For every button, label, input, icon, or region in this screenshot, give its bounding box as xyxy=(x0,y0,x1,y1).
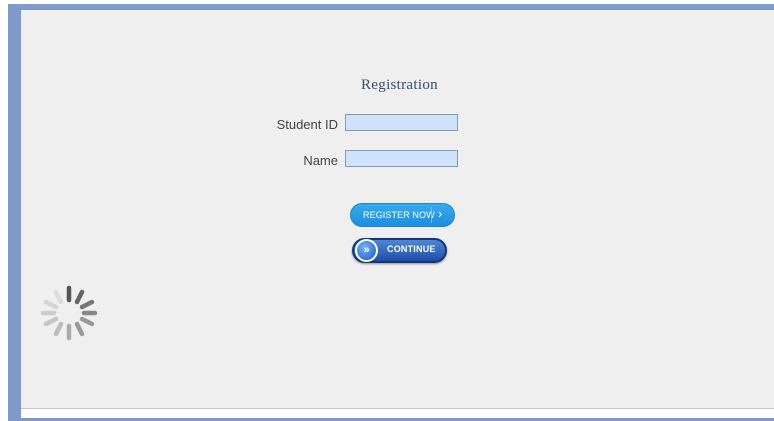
page-title: Registration xyxy=(361,77,438,93)
name-input[interactable] xyxy=(345,150,458,167)
chevron-right-icon: › xyxy=(438,206,443,221)
name-label: Name xyxy=(303,153,338,168)
spinner-icon xyxy=(40,285,98,341)
continue-label: CONTINUE xyxy=(387,244,436,254)
double-chevron-right-icon: » xyxy=(355,239,378,262)
button-divider xyxy=(431,207,432,223)
continue-button[interactable]: » CONTINUE xyxy=(352,238,447,263)
window-frame-left xyxy=(8,4,21,421)
student-id-input[interactable] xyxy=(345,114,458,131)
panel-divider xyxy=(21,408,774,409)
register-now-button[interactable]: REGISTER NOW › xyxy=(350,203,455,227)
student-id-label: Student ID xyxy=(276,117,338,132)
register-now-label: REGISTER NOW xyxy=(363,210,435,220)
